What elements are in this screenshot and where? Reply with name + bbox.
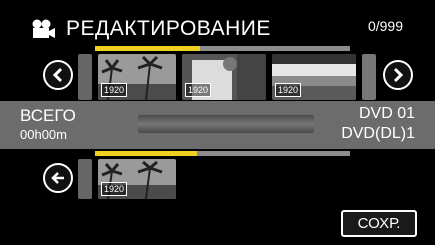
partial-thumbnail-left[interactable] <box>78 54 92 100</box>
total-time: 00h00m <box>20 127 67 142</box>
arrow-left-icon <box>51 172 64 184</box>
resolution-badge: 1920 <box>275 83 302 97</box>
partial-thumbnail-right[interactable] <box>362 54 376 100</box>
thumbnail-3[interactable]: 1920 <box>272 54 356 100</box>
edit-screen: РЕДАКТИРОВАНИЕ 0/999 1920 1920 1920 ВСЕГ… <box>0 0 435 245</box>
bottom-thumbnail-strip: 1920 <box>78 159 176 199</box>
movie-camera-icon <box>30 18 56 40</box>
bottom-progress-fill <box>95 151 197 156</box>
dvd-count: DVD 01 <box>358 105 415 122</box>
top-thumbnail-strip: 1920 1920 1920 <box>78 54 376 100</box>
thumbnail-2[interactable]: 1920 <box>182 54 266 100</box>
top-progress-bar <box>95 46 350 51</box>
header: РЕДАКТИРОВАНИЕ <box>30 12 271 46</box>
save-button[interactable]: СОХР. <box>341 210 417 237</box>
top-progress-fill <box>95 46 200 51</box>
dvd-dl-count: DVD(DL)1 <box>341 125 415 142</box>
next-button[interactable] <box>383 60 413 90</box>
back-button[interactable] <box>43 163 73 193</box>
capacity-bar <box>138 115 314 133</box>
partial-thumbnail-left[interactable] <box>78 159 92 199</box>
prev-button[interactable] <box>43 60 73 90</box>
total-label: ВСЕГО <box>20 106 76 125</box>
resolution-badge: 1920 <box>185 83 212 97</box>
resolution-badge: 1920 <box>101 83 128 97</box>
selected-thumbnail-1[interactable]: 1920 <box>98 159 176 199</box>
bottom-progress-bar <box>95 151 350 156</box>
clip-counter: 0/999 <box>367 18 403 34</box>
resolution-badge: 1920 <box>101 182 128 196</box>
chevron-left-icon <box>52 67 63 83</box>
thumbnail-1[interactable]: 1920 <box>98 54 176 100</box>
chevron-right-icon <box>393 67 404 83</box>
page-title: РЕДАКТИРОВАНИЕ <box>66 17 271 40</box>
